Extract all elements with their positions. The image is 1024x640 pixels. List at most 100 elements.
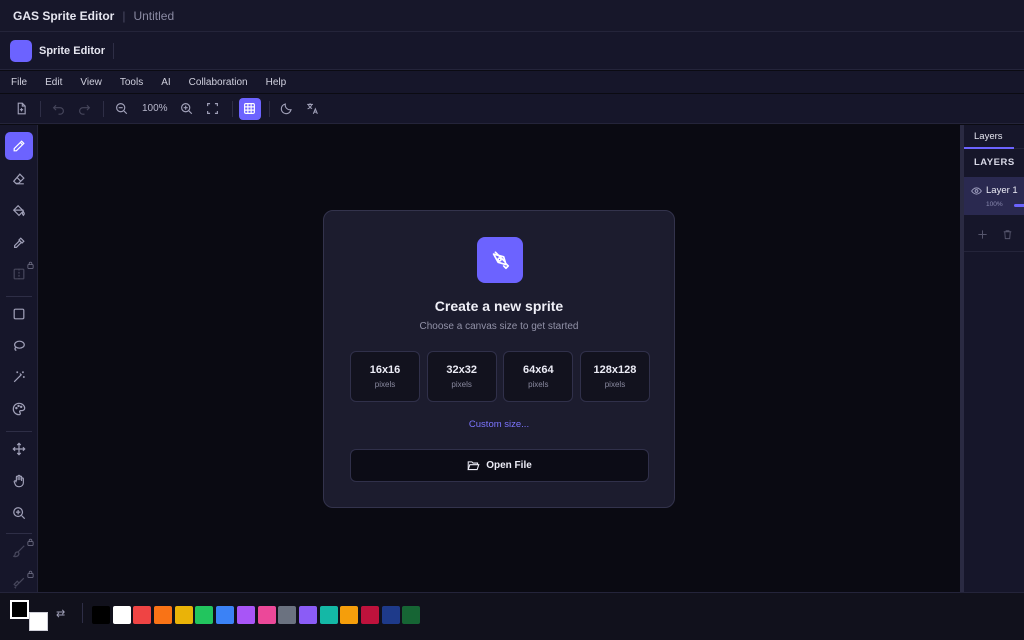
open-file-label: Open File — [486, 460, 532, 471]
trash-icon[interactable] — [1002, 229, 1013, 240]
redo-button[interactable] — [73, 98, 95, 120]
rectangle-tool[interactable] — [5, 300, 33, 328]
menu-help[interactable]: Help — [266, 77, 287, 88]
zoom-icon — [13, 507, 26, 520]
menu-view[interactable]: View — [80, 77, 102, 88]
toolbar-separator — [231, 100, 233, 117]
brush-icon — [13, 545, 25, 558]
new-file-button[interactable] — [10, 98, 32, 120]
swap-colors-icon[interactable]: ⇄ — [56, 607, 65, 620]
hand-tool[interactable] — [5, 467, 33, 495]
language-button[interactable] — [302, 98, 324, 120]
menu-collaboration[interactable]: Collaboration — [189, 77, 248, 88]
palette-swatch[interactable] — [360, 606, 379, 624]
palette-swatch[interactable] — [381, 606, 400, 624]
lock-icon — [27, 538, 34, 546]
palette-swatch[interactable] — [112, 606, 131, 624]
layer-opacity-slider[interactable] — [1014, 204, 1024, 207]
eraser-tool[interactable] — [5, 165, 33, 193]
zoom-out-button[interactable] — [110, 98, 132, 120]
toolbar: 100% — [0, 94, 1024, 124]
eye-icon[interactable] — [971, 186, 982, 196]
pen-tool-icon — [477, 237, 523, 283]
add-layer-icon[interactable] — [977, 229, 988, 240]
app-title: GAS Sprite Editor — [13, 8, 115, 23]
title-separator: | — [122, 8, 126, 23]
zoom-level: 100% — [142, 103, 168, 114]
palette-swatch[interactable] — [92, 606, 110, 624]
menu-edit[interactable]: Edit — [45, 77, 62, 88]
symmetry-icon — [13, 268, 25, 280]
zoom-tool[interactable] — [5, 499, 33, 527]
layers-panel: Layers LAYERS Layer 1 100% — [964, 125, 1024, 592]
tool-palette — [0, 125, 38, 592]
brush-tool[interactable] — [5, 537, 34, 565]
menu-bar: File Edit View Tools AI Collaboration He… — [0, 71, 1024, 93]
preset-unit: pixels — [528, 380, 549, 389]
color-bar: ⇄ — [0, 592, 1024, 640]
app-logo-icon — [10, 39, 32, 62]
new-file-icon — [17, 102, 26, 115]
preset-size: 32x32 — [446, 364, 477, 376]
magic-wand-tool[interactable] — [5, 363, 33, 391]
palette-swatch[interactable] — [340, 606, 359, 624]
palette-swatch[interactable] — [319, 606, 338, 624]
preset-16x16-button[interactable]: 16x16 pixels — [350, 351, 420, 402]
palette-swatch[interactable] — [195, 606, 214, 624]
preset-32x32-button[interactable]: 32x32 pixels — [426, 351, 497, 402]
foreground-color-swatch[interactable] — [10, 600, 29, 619]
move-tool[interactable] — [5, 435, 33, 463]
app-name: Sprite Editor — [39, 42, 115, 59]
hand-icon — [13, 474, 24, 488]
dialog-title: Create a new sprite — [434, 298, 564, 314]
open-file-button[interactable]: Open File — [350, 449, 649, 482]
preset-unit: pixels — [451, 380, 472, 389]
move-icon — [12, 442, 26, 456]
palette-swatch[interactable] — [257, 606, 276, 624]
lasso-tool[interactable] — [5, 332, 33, 360]
document-title: Untitled — [133, 8, 175, 23]
lock-icon — [27, 570, 34, 578]
tab-layers[interactable]: Layers — [974, 131, 1003, 142]
menu-tools[interactable]: Tools — [120, 77, 143, 88]
tool-separator — [6, 533, 32, 534]
lock-icon — [27, 261, 34, 269]
new-sprite-dialog: Create a new sprite Choose a canvas size… — [323, 210, 675, 508]
moon-icon — [280, 103, 292, 115]
fill-tool[interactable] — [5, 197, 33, 225]
palette-swatch[interactable] — [402, 606, 421, 624]
theme-toggle-button[interactable] — [276, 98, 298, 120]
symmetry-tool[interactable] — [5, 260, 34, 288]
menu-file[interactable]: File — [11, 77, 27, 88]
palette-swatch[interactable] — [278, 606, 297, 624]
tool-separator — [6, 431, 32, 432]
background-color-swatch[interactable] — [29, 612, 48, 631]
grid-icon — [244, 103, 256, 114]
grid-toggle-button[interactable] — [238, 97, 261, 120]
eyedropper-tool[interactable] — [5, 229, 33, 257]
layer-opacity-value: 100% — [986, 201, 1003, 208]
canvas-size-presets: 16x16 pixels 32x32 pixels 64x64 pixels 1… — [350, 351, 650, 402]
preset-64x64-button[interactable]: 64x64 pixels — [503, 351, 574, 402]
palette-tool[interactable] — [5, 395, 33, 423]
fit-screen-button[interactable] — [202, 98, 224, 120]
palette-swatch[interactable] — [133, 606, 152, 624]
active-tab-indicator — [964, 147, 1014, 149]
fit-screen-icon — [207, 103, 219, 114]
paint-bucket-icon — [12, 204, 25, 217]
preset-128x128-button[interactable]: 128x128 pixels — [579, 351, 650, 402]
pencil-tool[interactable] — [5, 132, 33, 160]
folder-open-icon — [467, 461, 480, 471]
palette-swatch[interactable] — [154, 606, 173, 624]
palette-swatch[interactable] — [298, 606, 317, 624]
undo-button[interactable] — [47, 98, 69, 120]
custom-size-link[interactable]: Custom size... — [324, 419, 674, 430]
preset-unit: pixels — [374, 380, 396, 389]
palette-swatch[interactable] — [216, 606, 235, 624]
palette-swatch[interactable] — [174, 606, 193, 624]
palette-swatch[interactable] — [236, 606, 255, 624]
panel-tabs: Layers — [964, 125, 1024, 149]
menu-ai[interactable]: AI — [161, 77, 170, 88]
layer-item[interactable]: Layer 1 100% — [964, 177, 1024, 215]
zoom-in-button[interactable] — [176, 98, 198, 120]
